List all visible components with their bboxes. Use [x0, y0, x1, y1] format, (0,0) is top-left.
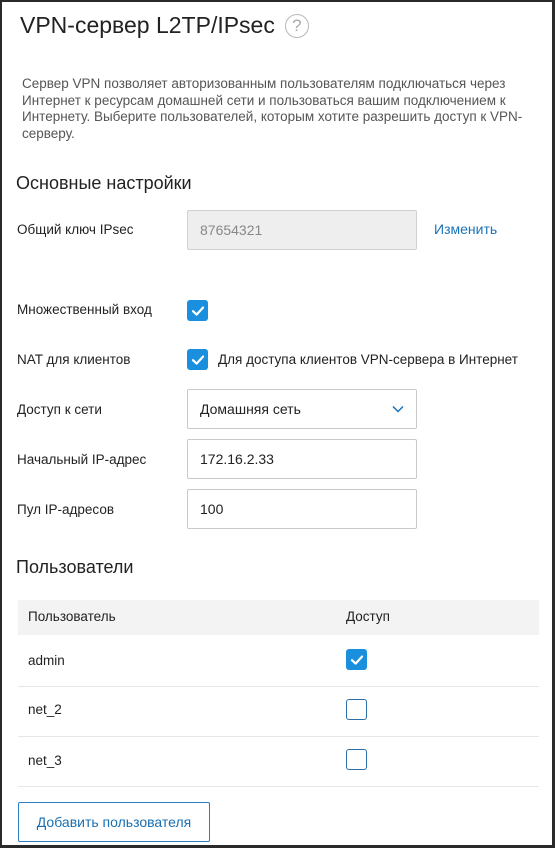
page-title-row: VPN-сервер L2TP/IPsec ?: [20, 12, 309, 39]
help-icon[interactable]: ?: [284, 13, 309, 38]
checkmark-icon: [191, 355, 204, 365]
start-ip-input[interactable]: 172.16.2.33: [187, 439, 417, 479]
users-heading: Пользователи: [16, 557, 134, 577]
page-title: VPN-сервер L2TP/IPsec: [20, 12, 275, 38]
col-user-header: Пользователь: [28, 609, 116, 624]
multi-login-checkbox[interactable]: [187, 300, 208, 321]
description-text: Сервер VPN позволяет авторизованным поль…: [22, 76, 523, 141]
ip-pool-input[interactable]: 100: [187, 489, 417, 529]
basic-settings-heading: Основные настройки: [16, 173, 192, 193]
row-divider: [18, 686, 539, 687]
col-access-header: Доступ: [346, 609, 390, 624]
add-user-button[interactable]: Добавить пользователя: [18, 802, 210, 842]
checkmark-icon: [191, 306, 204, 316]
access-checkbox[interactable]: [346, 699, 367, 720]
change-key-link[interactable]: Изменить: [434, 221, 497, 237]
start-ip-label: Начальный IP-адрес: [17, 452, 147, 467]
vpn-settings-panel: VPN-сервер L2TP/IPsec ? Сервер VPN позво…: [0, 0, 555, 848]
user-name: net_2: [28, 702, 62, 717]
row-divider: [18, 786, 539, 787]
user-name: net_3: [28, 753, 62, 768]
network-access-label: Доступ к сети: [17, 402, 102, 417]
multi-login-label: Множественный вход: [17, 302, 152, 317]
nat-checkbox-text: Для доступа клиентов VPN-сервера в Интер…: [218, 352, 518, 367]
chevron-down-icon: [392, 405, 404, 413]
checkmark-icon: [350, 655, 363, 665]
row-divider: [18, 736, 539, 737]
nat-label: NAT для клиентов: [17, 352, 131, 367]
access-checkbox[interactable]: [346, 649, 367, 670]
ipsec-key-label: Общий ключ IPsec: [17, 222, 134, 237]
access-checkbox[interactable]: [346, 749, 367, 770]
ip-pool-label: Пул IP-адресов: [17, 502, 115, 517]
nat-checkbox[interactable]: [187, 349, 208, 370]
network-access-select[interactable]: Домашняя сеть: [187, 389, 417, 429]
user-name: admin: [28, 653, 65, 668]
ipsec-key-field: 87654321: [187, 210, 417, 250]
